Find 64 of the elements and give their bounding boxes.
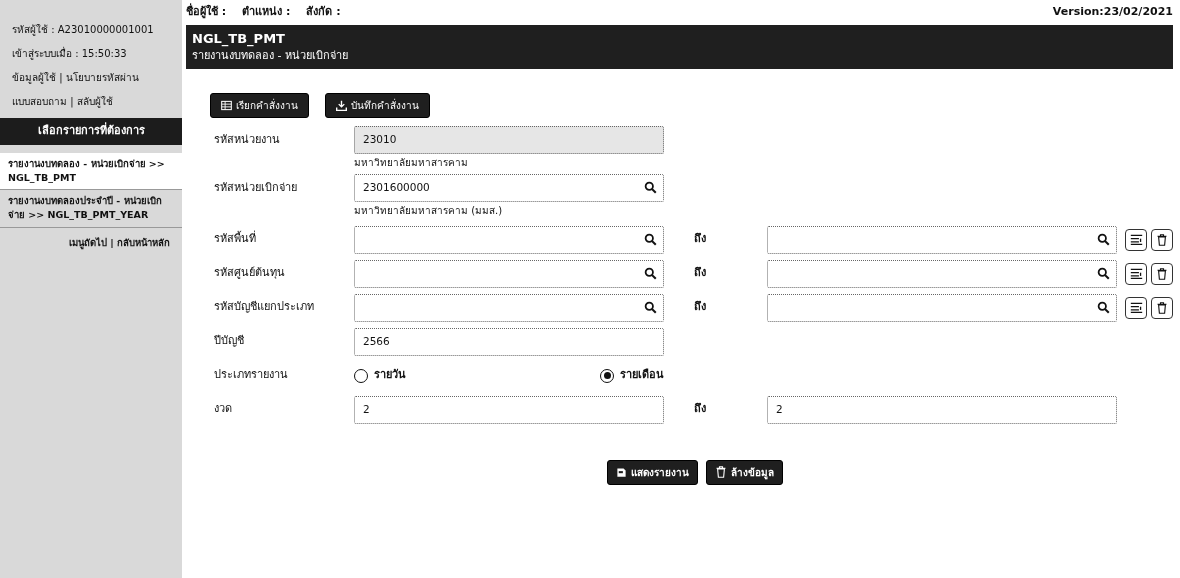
delete-button[interactable] xyxy=(1151,228,1173,251)
delete-button[interactable] xyxy=(1151,296,1173,319)
user-field-label: สังกัด : xyxy=(306,4,341,20)
save-command-button[interactable]: บันทึกคำสั่งงาน xyxy=(325,92,430,118)
separator: | xyxy=(110,236,114,248)
menu-item[interactable]: รายงานงบทดลอง - หน่วยเบิกจ่าย >> NGL_TB_PMT xyxy=(0,152,182,190)
sidebar-link[interactable]: กลับหน้าหลัก xyxy=(117,236,170,248)
user-field-label: ตำแหน่ง : xyxy=(242,4,291,20)
field-label: รหัสศูนย์ต้นทุน xyxy=(214,265,286,282)
field-label: ประเภทรายงาน xyxy=(214,367,289,384)
to-label: ถึง xyxy=(694,401,707,418)
field-description: มหาวิทยาลัยมหาสารคาม xyxy=(354,155,469,170)
download-icon xyxy=(336,99,347,111)
radio-label: รายเดือน xyxy=(620,367,664,384)
search-icon xyxy=(644,181,657,194)
page-code: NGL_TB_PMT xyxy=(192,29,286,48)
field-label: รหัสหน่วยงาน xyxy=(214,131,281,148)
separator: | xyxy=(59,72,63,83)
version-text: Version:23/02/2021 xyxy=(1052,4,1173,20)
sidebar-link[interactable]: เมนูถัดไป xyxy=(68,236,107,248)
delete-button[interactable] xyxy=(1151,262,1173,285)
trash-icon xyxy=(1156,301,1168,314)
trash-icon xyxy=(1156,267,1168,280)
page-title: รายงานงบทดลอง - หน่วยเบิกจ่าย xyxy=(192,48,349,64)
field-label: รหัสหน่วยเบิกจ่าย xyxy=(214,179,298,196)
list-icon xyxy=(1129,233,1143,246)
clear-button[interactable]: ล้างข้อมูล xyxy=(705,459,783,485)
list-icon xyxy=(1129,267,1143,280)
field-label: ปีบัญชี xyxy=(214,333,245,350)
table-icon xyxy=(221,99,232,111)
search-icon xyxy=(644,233,657,246)
list-icon xyxy=(1129,301,1143,314)
radio-label: รายวัน xyxy=(374,367,406,384)
to-label: ถึง xyxy=(694,265,707,282)
user-field-label: ชื่อผู้ใช้ : xyxy=(186,4,227,21)
load-command-button[interactable]: เรียกคำสั่งงาน xyxy=(210,92,309,118)
separator: | xyxy=(70,96,74,107)
trash-icon xyxy=(1156,233,1168,246)
search-icon xyxy=(644,267,657,280)
sidebar-link[interactable]: สลับผู้ใช้ xyxy=(76,96,113,107)
field-label: รหัสบัญชีแยกประเภท xyxy=(214,299,315,316)
input-field[interactable]: 23010 xyxy=(354,125,664,154)
sidebar-link[interactable]: แบบสอบถาม xyxy=(12,96,67,107)
to-label: ถึง xyxy=(694,299,707,316)
menu-item[interactable]: รายงานงบทดลองประจำปี - หน่วยเบิกจ่าย >> NGL_TB_PMT_YEAR xyxy=(0,190,182,228)
field-label: งวด xyxy=(214,401,233,418)
list-button[interactable] xyxy=(1125,228,1147,251)
sidebar-link[interactable]: นโยบายรหัสผ่าน xyxy=(65,72,139,83)
trash-icon xyxy=(714,466,727,478)
user-info: รหัสผู้ใช้ : A23010000001001 xyxy=(11,23,155,37)
list-button[interactable] xyxy=(1125,296,1147,319)
sidebar-link[interactable]: ข้อมูลผู้ใช้ xyxy=(12,72,56,83)
report-button[interactable]: แสดงรายงาน xyxy=(606,459,698,485)
to-label: ถึง xyxy=(694,231,707,248)
search-icon xyxy=(1097,233,1110,246)
search-icon xyxy=(1097,267,1110,280)
menu-header: เลือกรายการที่ต้องการ xyxy=(0,118,182,145)
user-info: เข้าสู่ระบบเมื่อ : 15:50:33 xyxy=(11,46,128,61)
search-icon xyxy=(644,301,657,314)
document-icon xyxy=(615,466,627,478)
list-button[interactable] xyxy=(1125,262,1147,285)
search-icon xyxy=(1097,301,1110,314)
field-description: มหาวิทยาลัยมหาสารคาม (มมส.) xyxy=(354,203,504,218)
field-label: รหัสพื้นที่ xyxy=(214,229,257,248)
